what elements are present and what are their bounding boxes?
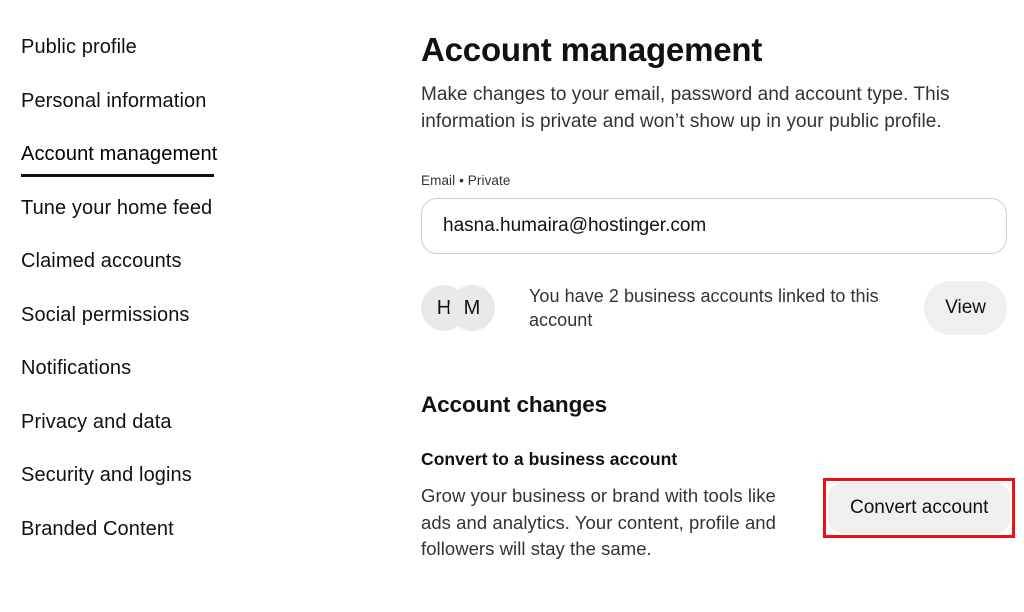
sidebar-item-personal-information[interactable]: Personal information	[0, 88, 400, 142]
account-changes-title: Account changes	[421, 390, 1024, 420]
convert-account-highlight: Convert account	[823, 478, 1015, 538]
sidebar-item-label: Tune your home feed	[21, 195, 212, 221]
page-description: Make changes to your email, password and…	[421, 81, 981, 135]
email-field-block: Email • Private	[421, 172, 1024, 254]
convert-description: Grow your business or brand with tools l…	[421, 483, 803, 563]
sidebar-item-privacy-and-data[interactable]: Privacy and data	[0, 409, 400, 463]
sidebar-item-label: Social permissions	[21, 302, 190, 328]
sidebar-item-tune-your-home-feed[interactable]: Tune your home feed	[0, 195, 400, 249]
sidebar-item-label: Account management	[21, 141, 217, 167]
active-item-underline	[21, 174, 214, 177]
avatar-group: H M	[421, 285, 513, 331]
sidebar-item-public-profile[interactable]: Public profile	[0, 34, 400, 88]
convert-to-business-block: Convert to a business account Grow your …	[421, 447, 1007, 563]
sidebar-item-label: Notifications	[21, 355, 131, 381]
sidebar-item-label: Public profile	[21, 34, 137, 60]
view-linked-accounts-button[interactable]: View	[924, 281, 1007, 335]
email-field-label: Email • Private	[421, 172, 1024, 189]
linked-accounts-row: H M You have 2 business accounts linked …	[421, 280, 1007, 336]
sidebar-item-label: Branded Content	[21, 516, 174, 542]
sidebar-item-branded-content[interactable]: Branded Content	[0, 516, 400, 570]
account-management-page: Public profile Personal information Acco…	[0, 0, 1024, 612]
sidebar-item-security-and-logins[interactable]: Security and logins	[0, 462, 400, 516]
linked-accounts-text: You have 2 business accounts linked to t…	[529, 284, 924, 332]
email-input[interactable]	[421, 198, 1007, 254]
sidebar-item-social-permissions[interactable]: Social permissions	[0, 302, 400, 356]
convert-heading: Convert to a business account	[421, 447, 1007, 471]
sidebar-item-account-management[interactable]: Account management	[0, 141, 400, 195]
sidebar-item-label: Claimed accounts	[21, 248, 182, 274]
main-content: Account management Make changes to your …	[421, 0, 1024, 612]
sidebar-item-notifications[interactable]: Notifications	[0, 355, 400, 409]
avatar: M	[449, 285, 495, 331]
sidebar-item-label: Privacy and data	[21, 409, 172, 435]
sidebar-item-label: Personal information	[21, 88, 206, 114]
page-title: Account management	[421, 30, 1024, 70]
settings-sidebar: Public profile Personal information Acco…	[0, 0, 400, 612]
sidebar-item-claimed-accounts[interactable]: Claimed accounts	[0, 248, 400, 302]
convert-account-button[interactable]: Convert account	[828, 483, 1010, 533]
sidebar-item-label: Security and logins	[21, 462, 192, 488]
